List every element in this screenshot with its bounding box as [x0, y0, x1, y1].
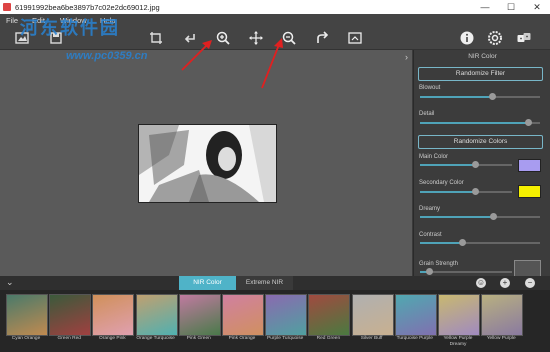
- preset-thumbnail[interactable]: [308, 294, 351, 336]
- random-dice-icon[interactable]: [516, 30, 532, 46]
- add-preset-icon[interactable]: +: [500, 278, 510, 288]
- window-title: 61991992bea6be3897b7c02e2dc69012.jpg: [15, 3, 160, 12]
- preset-thumbnail[interactable]: [92, 294, 135, 336]
- preset-label: Yellow Purple Dreamy: [443, 336, 473, 347]
- preset-thumbnail[interactable]: [222, 294, 264, 336]
- preset-strip: Cyan Orange Green Red Orange Pink Orange Tu…: [0, 290, 550, 352]
- preset-thumbnail[interactable]: [178, 294, 221, 336]
- preview-image: [138, 124, 277, 203]
- tab-extreme-nir[interactable]: Extreme NIR: [236, 276, 293, 290]
- preset-label: Orange Turquoise: [136, 336, 175, 341]
- fit-screen-icon[interactable]: [347, 30, 363, 46]
- zoom-out-icon[interactable]: [281, 30, 297, 46]
- preset-thumbnail[interactable]: [438, 294, 480, 336]
- remove-preset-icon[interactable]: −: [525, 278, 535, 288]
- app-icon: [3, 3, 11, 11]
- preset-label: Purple Turquoise: [267, 336, 304, 341]
- grain-strength-slider[interactable]: [420, 268, 512, 275]
- blowout-slider[interactable]: [420, 93, 540, 100]
- secondary-color-swatch[interactable]: [518, 185, 541, 198]
- settings-icon[interactable]: [487, 30, 503, 46]
- collapse-panel-icon[interactable]: ›: [405, 52, 408, 62]
- secondary-color-label: Secondary Color: [419, 180, 464, 186]
- preset-label: Turquoise Purple: [396, 336, 433, 341]
- randomize-colors-button[interactable]: Randomize Colors: [418, 135, 543, 149]
- preset-thumbnail[interactable]: [135, 294, 178, 336]
- zoom-in-icon[interactable]: [215, 30, 231, 46]
- preset-thumbnail[interactable]: [6, 294, 48, 336]
- filter-panel: NIR Color Randomize Filter Blowout Detai…: [413, 50, 550, 278]
- preset-label: Orange Pink: [99, 336, 126, 341]
- minimize-button[interactable]: —: [472, 0, 498, 14]
- contrast-label: Contrast: [419, 232, 442, 238]
- preset-label: Red Green: [316, 336, 341, 341]
- title-bar: 61991992bea6be3897b7c02e2dc69012.jpg — ☐…: [0, 0, 550, 14]
- secondary-color-slider[interactable]: [420, 188, 512, 195]
- maximize-button[interactable]: ☐: [498, 0, 524, 14]
- info-icon[interactable]: [459, 30, 475, 46]
- detail-slider[interactable]: [420, 119, 540, 126]
- preset-thumbnail[interactable]: [481, 294, 524, 336]
- undo-icon[interactable]: [182, 30, 198, 46]
- preset-thumbnail[interactable]: [351, 294, 394, 336]
- chevron-down-icon[interactable]: ⌄: [6, 277, 14, 288]
- main-color-label: Main Color: [419, 154, 449, 160]
- tab-nir-color[interactable]: NIR Color: [179, 276, 236, 290]
- preset-thumbnail[interactable]: [49, 294, 92, 336]
- menu-file[interactable]: File: [6, 16, 18, 25]
- preset-label: Silver Buff: [360, 336, 383, 341]
- dreamy-slider[interactable]: [420, 213, 540, 220]
- detail-label: Detail: [419, 111, 435, 117]
- contrast-slider[interactable]: [420, 239, 540, 246]
- preset-label: Pink Green: [186, 336, 211, 341]
- preset-thumbnail[interactable]: [265, 294, 308, 336]
- watermark-url: www.pc0359.cn: [66, 50, 148, 62]
- preset-label: Cyan Orange: [11, 336, 41, 341]
- watermark-text: 河东软件园: [20, 18, 120, 38]
- pan-icon[interactable]: [248, 30, 264, 46]
- preset-label: Green Red: [57, 336, 81, 341]
- preset-thumbnail[interactable]: [394, 294, 437, 336]
- randomize-filter-button[interactable]: Randomize Filter: [418, 67, 543, 81]
- redo-icon[interactable]: [314, 30, 330, 46]
- blowout-label: Blowout: [419, 85, 441, 91]
- main-color-swatch[interactable]: [518, 159, 541, 172]
- preset-label: Pink Orange: [228, 336, 256, 341]
- main-color-slider[interactable]: [420, 161, 512, 168]
- panel-title: NIR Color: [468, 53, 497, 60]
- close-button[interactable]: ✕: [524, 0, 550, 14]
- crop-icon[interactable]: [148, 30, 164, 46]
- grain-strength-label: Grain Strength: [419, 261, 459, 267]
- user-presets-icon[interactable]: ☺: [476, 278, 486, 288]
- preset-tabs-bar: ⌄ NIR Color Extreme NIR ☺ + −: [0, 276, 550, 290]
- dreamy-label: Dreamy: [419, 206, 441, 212]
- preset-label: Yellow Purple: [486, 336, 516, 341]
